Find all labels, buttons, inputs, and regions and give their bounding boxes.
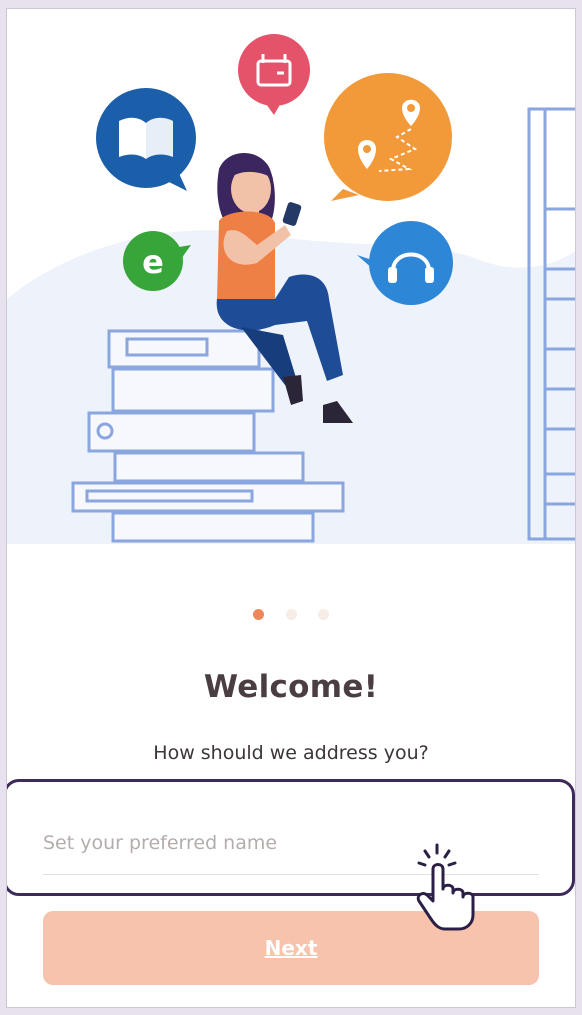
svg-text:e: e	[142, 243, 164, 281]
address-prompt: How should we address you?	[153, 742, 429, 764]
welcome-title: Welcome!	[203, 669, 379, 705]
book-icon	[96, 88, 196, 191]
map-route-icon	[324, 73, 452, 201]
calendar-icon	[238, 34, 310, 115]
page-dot-2[interactable]	[285, 609, 297, 620]
tap-cursor-icon	[416, 843, 475, 931]
page-indicator	[7, 605, 575, 624]
hero-illustration: e	[7, 34, 575, 544]
screen-frame: e Welcome! How should we address you? Ne…	[6, 8, 576, 1008]
page-dot-1[interactable]	[253, 609, 265, 620]
page-dot-3[interactable]	[317, 609, 329, 620]
